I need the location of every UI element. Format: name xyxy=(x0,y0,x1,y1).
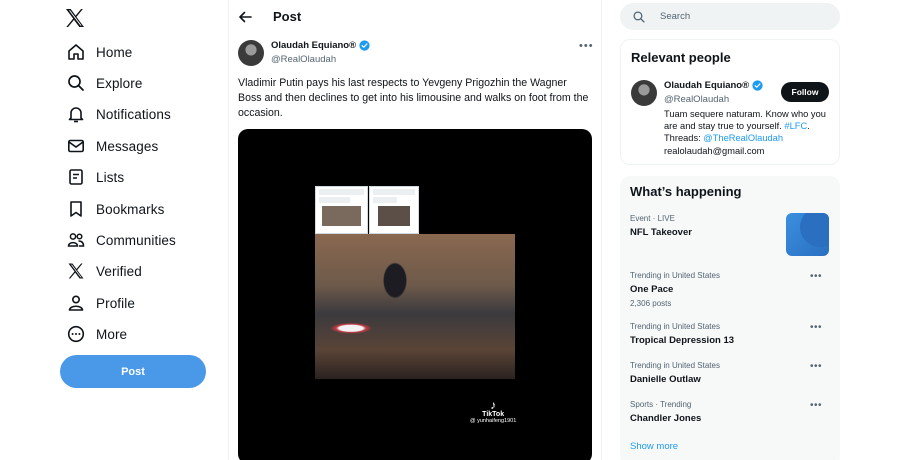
post-button[interactable]: Post xyxy=(60,355,206,388)
avatar[interactable] xyxy=(631,80,657,106)
panel-title: Relevant people xyxy=(631,50,731,65)
left-sidebar: Home Explore Notifications Messages List… xyxy=(0,0,228,460)
tiktok-logo-icon: ♪ xyxy=(490,398,497,412)
people-icon xyxy=(66,230,86,250)
author-handle[interactable]: @RealOlaudah xyxy=(271,54,336,65)
sidebar-item-label: Lists xyxy=(96,169,125,185)
more-options-icon[interactable]: ••• xyxy=(579,40,594,52)
sidebar-item-label: Explore xyxy=(96,75,143,91)
x-logo-icon[interactable] xyxy=(63,6,87,30)
sidebar-item-label: Notifications xyxy=(96,106,171,122)
sidebar-item-bookmarks[interactable]: Bookmarks xyxy=(66,195,164,223)
trend-item[interactable]: Trending in United States One Pace 2,306… xyxy=(630,271,830,308)
sidebar-item-more[interactable]: More xyxy=(66,320,127,348)
bio-email: realolaudah@gmail.com xyxy=(664,145,765,156)
sidebar-item-home[interactable]: Home xyxy=(66,38,132,66)
follow-button[interactable]: Follow xyxy=(781,82,829,102)
mention-link[interactable]: @TheRealOlaudah xyxy=(703,133,783,143)
trend-more-icon[interactable]: ••• xyxy=(810,400,822,411)
home-icon xyxy=(66,42,86,62)
user-bio: Tuam sequere naturam. Know who you are a… xyxy=(664,108,834,157)
sidebar-item-communities[interactable]: Communities xyxy=(66,226,176,254)
whats-happening-panel: What’s happening Event · LIVE NFL Takeov… xyxy=(620,176,840,460)
relevant-user-name[interactable]: Olaudah Equiano® xyxy=(664,80,763,91)
trend-more-icon[interactable]: ••• xyxy=(810,361,822,372)
trend-meta: Trending in United States xyxy=(630,361,720,370)
person-icon xyxy=(66,293,86,313)
sidebar-item-label: More xyxy=(96,326,128,342)
tweet-author[interactable]: Olaudah Equiano® xyxy=(271,40,370,51)
tweet-text: Vladimir Putin pays his last respects to… xyxy=(238,77,589,119)
search-icon xyxy=(632,10,646,24)
panel-title: What’s happening xyxy=(630,184,742,199)
embedded-screenshot xyxy=(315,186,368,234)
relevant-people-panel: Relevant people Olaudah Equiano® @RealOl… xyxy=(620,39,840,165)
main-column: Post Olaudah Equiano® @RealOlaudah ••• V… xyxy=(228,0,602,460)
sidebar-item-label: Bookmarks xyxy=(96,201,165,217)
trend-more-icon[interactable]: ••• xyxy=(810,271,822,282)
event-thumbnail[interactable] xyxy=(786,213,829,256)
bell-icon xyxy=(66,104,86,124)
page-title: Post xyxy=(273,9,302,24)
author-name[interactable]: Olaudah Equiano® xyxy=(271,40,356,51)
sidebar-item-profile[interactable]: Profile xyxy=(66,289,135,317)
hashtag-link[interactable]: #LFC xyxy=(784,121,807,131)
envelope-icon xyxy=(66,136,86,156)
trend-name: Chandler Jones xyxy=(630,413,702,424)
more-circle-icon xyxy=(66,324,86,344)
verified-badge-icon xyxy=(359,40,370,51)
verified-badge-icon xyxy=(752,80,763,91)
trend-meta: Trending in United States xyxy=(630,271,720,280)
sidebar-item-explore[interactable]: Explore xyxy=(66,69,142,97)
x-logo-icon xyxy=(66,261,86,281)
sidebar-item-messages[interactable]: Messages xyxy=(66,132,158,160)
search-box[interactable] xyxy=(620,3,840,30)
trend-name: Tropical Depression 13 xyxy=(630,335,735,346)
show-more-link[interactable]: Show more xyxy=(630,441,678,452)
trend-name: One Pace xyxy=(630,284,674,295)
sidebar-item-verified[interactable]: Verified xyxy=(66,257,142,285)
sidebar-item-lists[interactable]: Lists xyxy=(66,163,124,191)
back-arrow-icon[interactable] xyxy=(237,9,253,25)
tiktok-watermark: ♪ TikTok @ yunhaifeng1901 xyxy=(470,399,516,424)
trend-meta: Trending in United States xyxy=(630,322,720,331)
trend-count: 2,306 posts xyxy=(630,299,672,308)
sidebar-item-label: Communities xyxy=(96,232,176,248)
video-frame xyxy=(315,234,515,379)
trend-name: Danielle Outlaw xyxy=(630,374,701,385)
sidebar-item-label: Home xyxy=(96,44,133,60)
search-icon xyxy=(66,73,86,93)
video-player[interactable]: ♪ TikTok @ yunhaifeng1901 xyxy=(238,129,592,460)
sidebar-item-label: Messages xyxy=(96,138,159,154)
right-sidebar: Relevant people Olaudah Equiano® @RealOl… xyxy=(602,0,900,460)
watermark-user: @ yunhaifeng1901 xyxy=(470,418,517,424)
user-name[interactable]: Olaudah Equiano® xyxy=(664,80,749,91)
sidebar-item-label: Profile xyxy=(96,295,135,311)
search-input[interactable] xyxy=(660,11,820,22)
trend-more-icon[interactable]: ••• xyxy=(810,322,822,333)
avatar[interactable] xyxy=(238,40,264,66)
user-handle[interactable]: @RealOlaudah xyxy=(664,94,729,105)
trend-meta: Sports · Trending xyxy=(630,400,692,409)
trend-item[interactable]: Trending in United States Tropical Depre… xyxy=(630,322,830,346)
embedded-screenshot xyxy=(369,186,419,234)
page-header: Post xyxy=(229,0,601,34)
bookmark-icon xyxy=(66,199,86,219)
watermark-brand: TikTok xyxy=(482,411,505,418)
list-icon xyxy=(66,167,86,187)
trend-item[interactable]: Trending in United States Danielle Outla… xyxy=(630,361,830,385)
sidebar-item-label: Verified xyxy=(96,263,142,279)
trend-item[interactable]: Sports · Trending Chandler Jones xyxy=(630,400,830,424)
sidebar-item-notifications[interactable]: Notifications xyxy=(66,100,171,128)
